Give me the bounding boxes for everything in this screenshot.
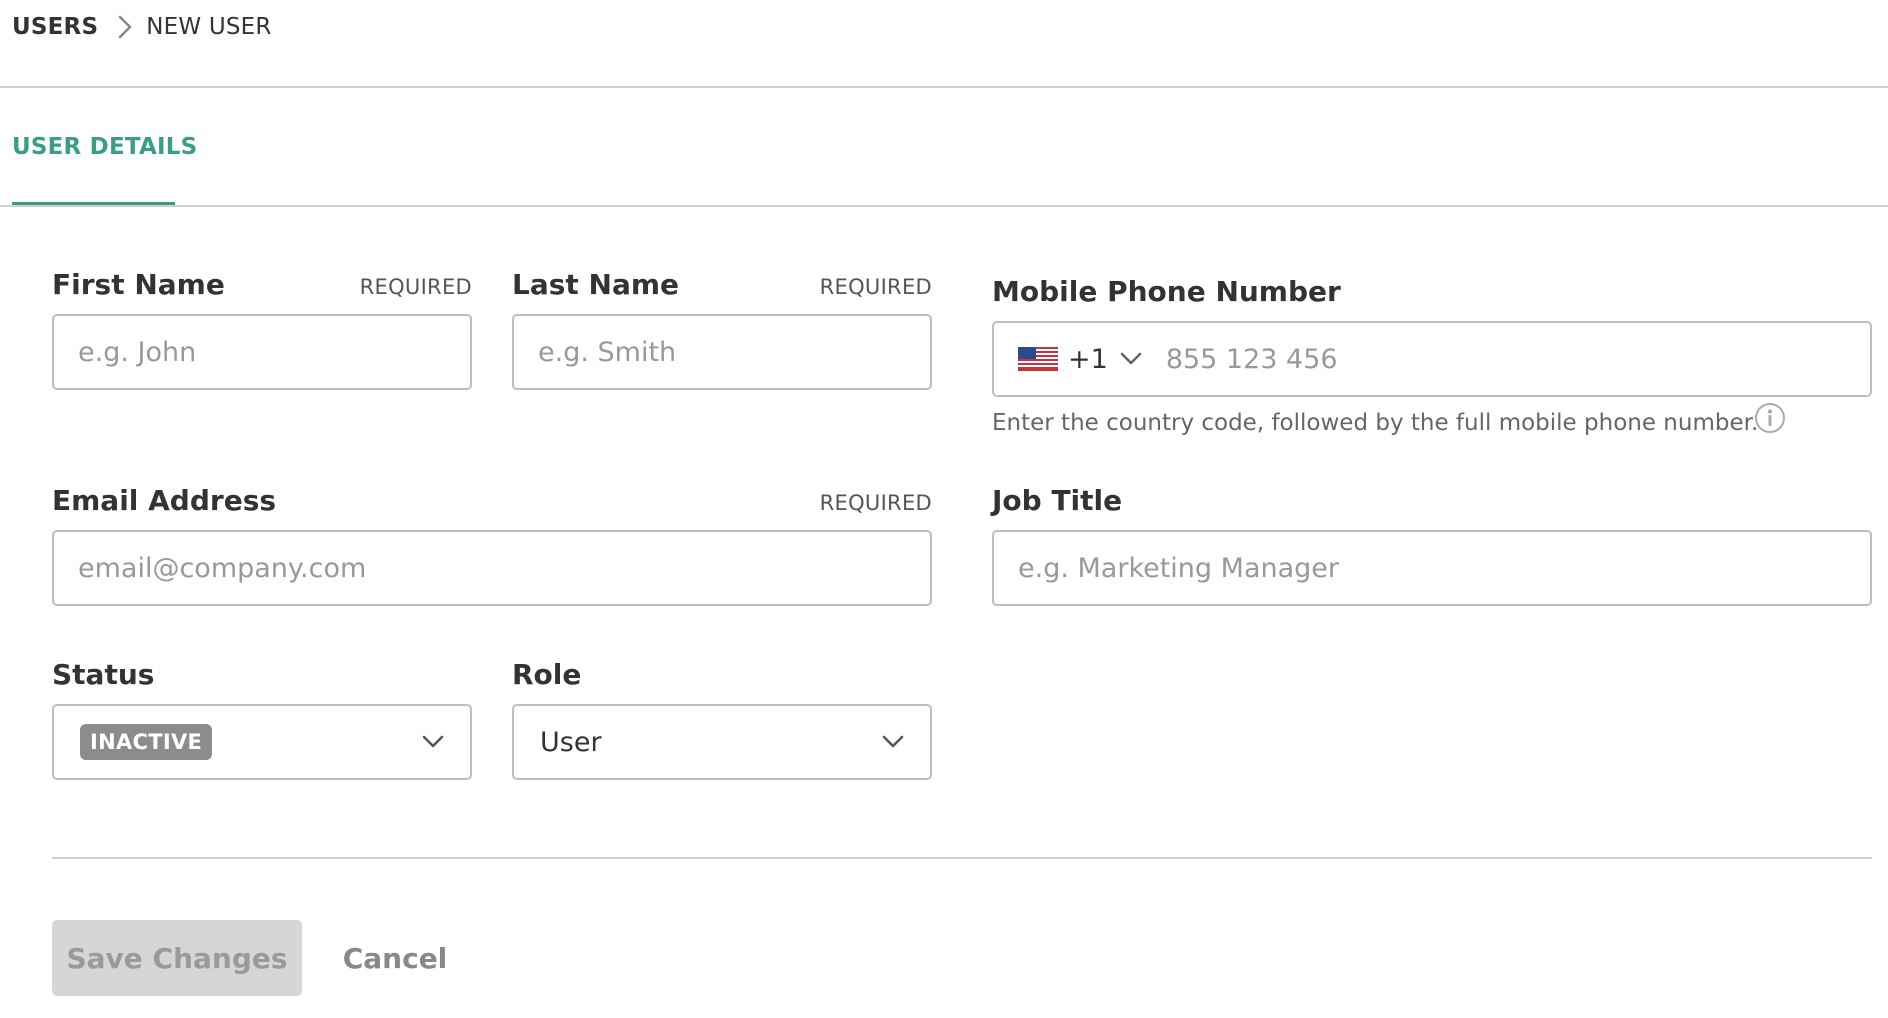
last-name-input-box <box>512 314 932 390</box>
email-field: Email Address REQUIRED <box>52 484 932 606</box>
cancel-button[interactable]: Cancel <box>330 920 460 996</box>
last-name-field: Last Name REQUIRED <box>512 268 932 390</box>
mobile-phone-input[interactable] <box>1165 343 1846 375</box>
last-name-input[interactable] <box>538 336 906 368</box>
mobile-phone-label: Mobile Phone Number <box>992 275 1341 308</box>
mobile-phone-input-box: +1 <box>992 321 1872 397</box>
divider <box>0 205 1888 207</box>
job-title-label: Job Title <box>992 484 1123 517</box>
status-badge: INACTIVE <box>80 724 213 760</box>
required-indicator: REQUIRED <box>359 275 472 299</box>
job-title-input-box <box>992 530 1872 606</box>
status-label: Status <box>52 658 155 691</box>
role-label: Role <box>512 658 582 691</box>
email-input-box <box>52 530 932 606</box>
country-code-selector[interactable]: +1 <box>1018 344 1142 375</box>
mobile-phone-hint: Enter the country code, followed by the … <box>992 410 1759 436</box>
chevron-right-icon <box>118 15 132 39</box>
email-input[interactable] <box>78 552 906 584</box>
us-flag-icon <box>1018 347 1058 371</box>
breadcrumb-users-link[interactable]: USERS <box>12 14 98 40</box>
job-title-field: Job Title <box>992 484 1872 606</box>
breadcrumb: USERS NEW USER <box>12 10 272 44</box>
role-select[interactable]: User <box>512 704 932 780</box>
required-indicator: REQUIRED <box>819 275 932 299</box>
info-icon[interactable] <box>1754 402 1786 434</box>
new-user-page: USERS NEW USER USER DETAILS First Name R… <box>0 0 1888 1018</box>
last-name-label: Last Name <box>512 268 680 301</box>
status-field: Status INACTIVE <box>52 658 472 780</box>
first-name-label: First Name <box>52 268 225 301</box>
first-name-input[interactable] <box>78 336 446 368</box>
first-name-input-box <box>52 314 472 390</box>
divider <box>0 86 1888 88</box>
role-field: Role User <box>512 658 932 780</box>
chevron-down-icon <box>882 735 904 748</box>
required-indicator: REQUIRED <box>819 491 932 515</box>
tab-user-details[interactable]: USER DETAILS <box>12 134 197 160</box>
country-code: +1 <box>1068 343 1108 375</box>
save-changes-button[interactable]: Save Changes <box>52 920 302 996</box>
email-label: Email Address <box>52 484 277 517</box>
divider <box>52 857 1872 859</box>
role-selected-value: User <box>540 726 602 758</box>
breadcrumb-current: NEW USER <box>146 14 272 40</box>
job-title-input[interactable] <box>1018 552 1846 584</box>
chevron-down-icon <box>1120 352 1142 365</box>
chevron-down-icon <box>422 735 444 748</box>
first-name-field: First Name REQUIRED <box>52 268 472 390</box>
mobile-phone-field: Mobile Phone Number +1 <box>992 275 1872 397</box>
status-select[interactable]: INACTIVE <box>52 704 472 780</box>
